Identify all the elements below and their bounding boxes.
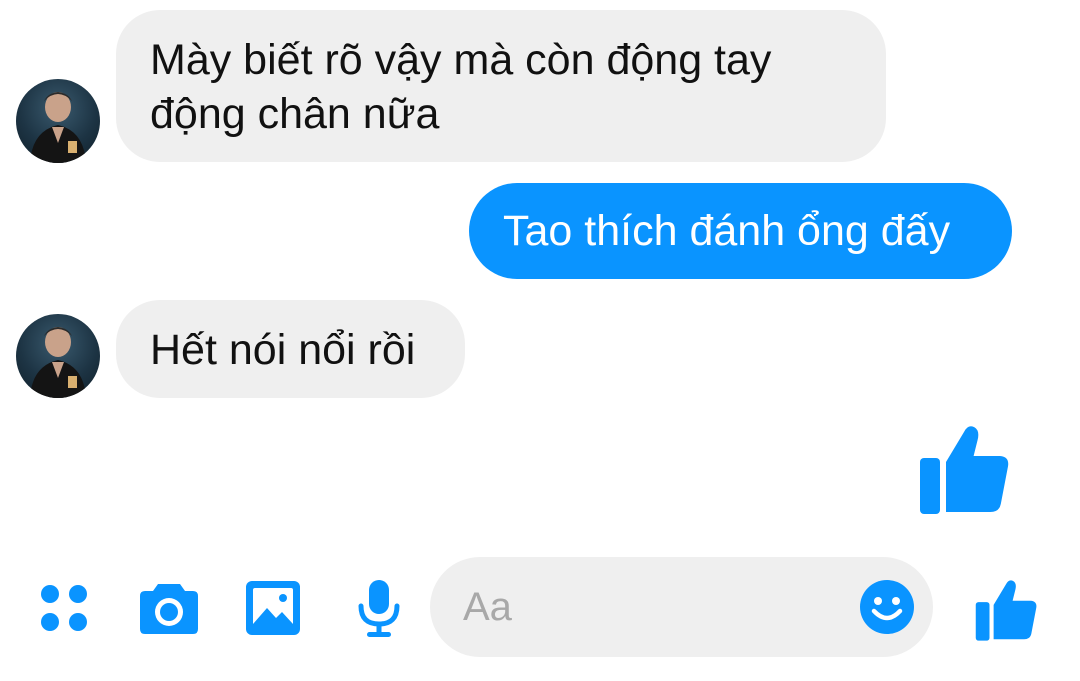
message-input[interactable]: Aa: [430, 557, 933, 657]
like-sticker-icon[interactable]: [916, 420, 1012, 516]
gallery-icon[interactable]: [244, 579, 302, 637]
camera-icon[interactable]: [138, 580, 200, 636]
avatar-photo: [30, 92, 86, 163]
contact-avatar[interactable]: [16, 314, 100, 398]
avatar-photo: [30, 327, 86, 398]
outgoing-message-bubble[interactable]: Tao thích đánh ổng đấy: [469, 183, 1012, 279]
incoming-message-bubble[interactable]: Hết nói nổi rồi: [116, 300, 465, 398]
message-input-placeholder: Aa: [463, 585, 512, 629]
incoming-message-bubble[interactable]: Mày biết rõ vậy mà còn động tay động châ…: [116, 10, 886, 162]
like-icon[interactable]: [973, 576, 1039, 642]
contact-avatar[interactable]: [16, 79, 100, 163]
emoji-icon[interactable]: [859, 579, 915, 635]
menu-dots-icon[interactable]: [38, 582, 90, 634]
microphone-icon[interactable]: [356, 578, 402, 640]
